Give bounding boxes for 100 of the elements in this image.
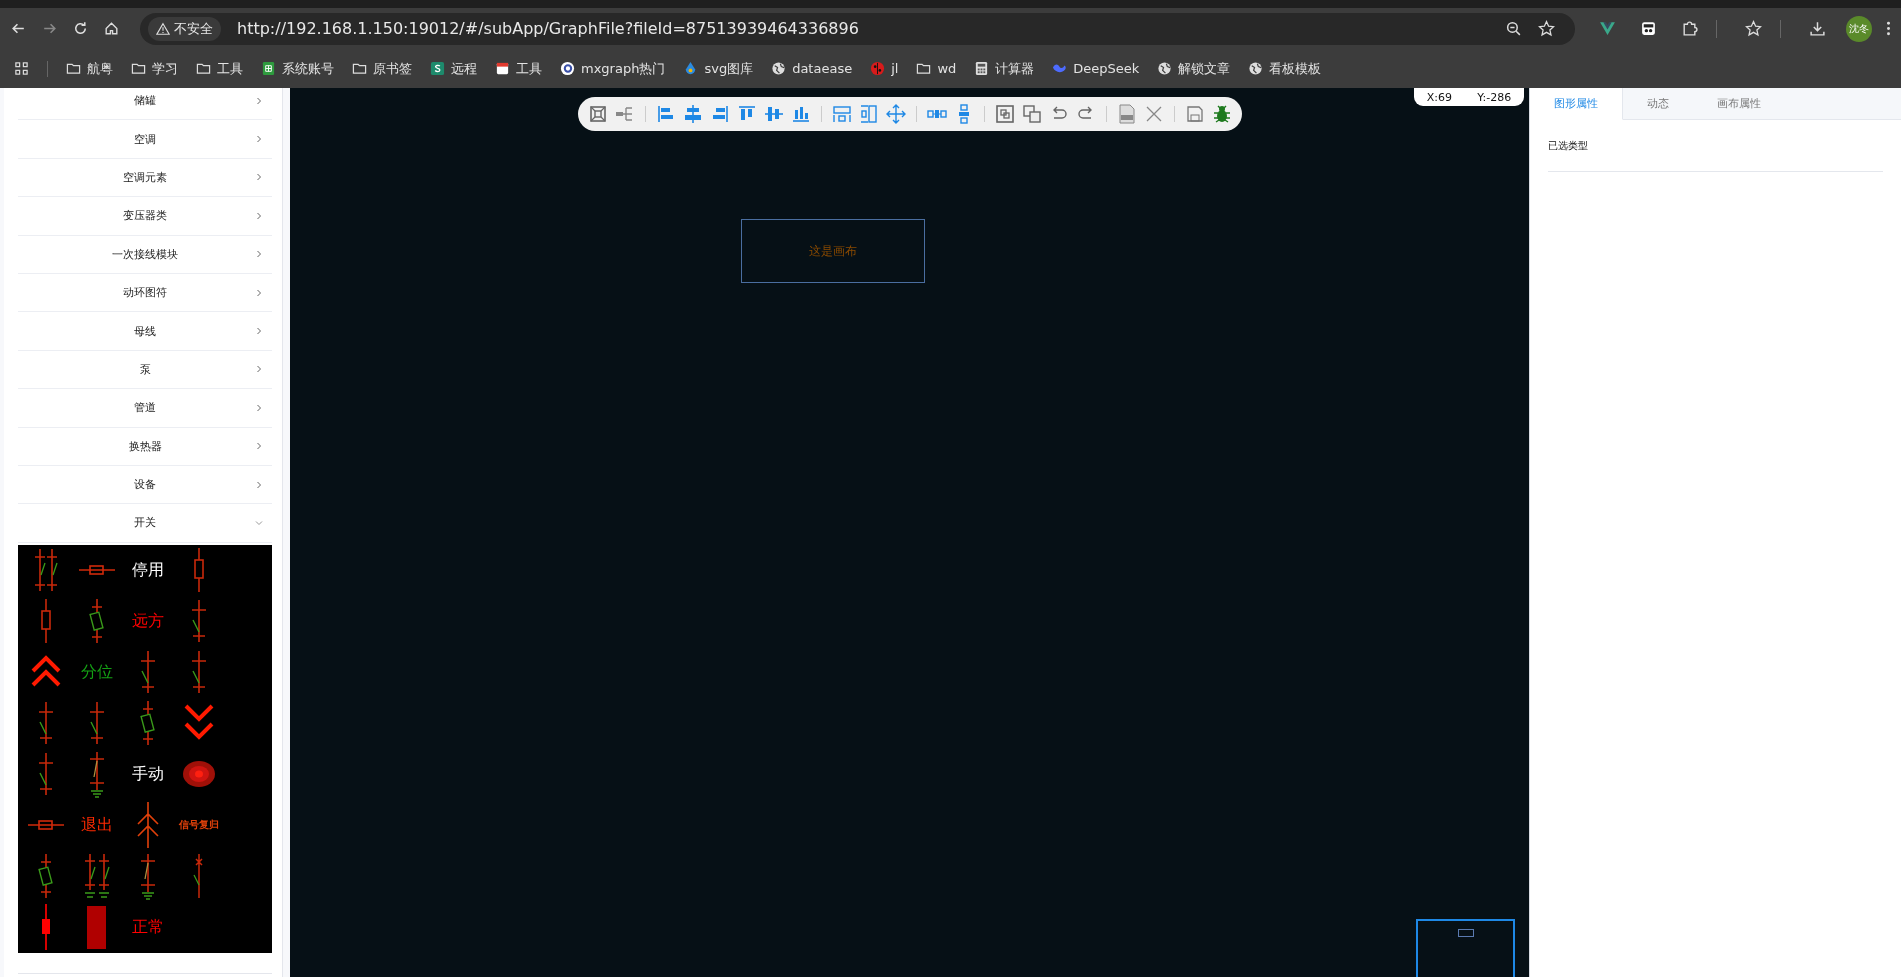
align-middle-icon[interactable] — [763, 104, 784, 124]
panel-tab[interactable]: 动态 — [1623, 88, 1693, 120]
category-item[interactable]: 储罐 — [18, 88, 272, 121]
bookmark-label: 看板模板 — [1269, 59, 1322, 78]
panel-tab[interactable]: 图形属性 — [1530, 88, 1623, 120]
chevron-right-icon — [254, 95, 264, 106]
bookmark-label: svg图库 — [704, 59, 754, 78]
bookmark[interactable]: 看板模板 — [1248, 59, 1322, 78]
star-icon[interactable] — [1538, 20, 1555, 37]
distribute-horizontal-icon[interactable] — [831, 104, 852, 124]
align-center-icon[interactable] — [682, 104, 703, 124]
category-item[interactable]: 变压器类 — [18, 197, 272, 236]
globe-icon — [1157, 61, 1173, 76]
extension-icon[interactable] — [1640, 20, 1657, 37]
category-item[interactable]: 开关 — [18, 504, 272, 543]
vue-icon[interactable] — [1599, 20, 1616, 37]
symbol-label[interactable]: 退出 — [80, 814, 113, 836]
bookmark-label: 航粤 — [87, 59, 113, 78]
menu-icon[interactable] — [1886, 20, 1891, 37]
symbol-label[interactable]: 停用 — [131, 559, 164, 581]
category-item[interactable]: 母线 — [18, 312, 272, 351]
category-item[interactable]: 动环图符 — [18, 273, 272, 313]
bookmark[interactable]: mxgraph热门 — [560, 59, 666, 78]
align-bottom-icon[interactable] — [790, 104, 811, 124]
bookmark[interactable]: 原书签 — [352, 59, 412, 78]
tile-icon — [430, 61, 445, 76]
calendar-icon — [495, 61, 510, 76]
group-icon[interactable] — [994, 104, 1015, 124]
chevron-right-icon — [254, 364, 264, 375]
download-icon[interactable] — [1809, 20, 1826, 37]
svg-file-icon[interactable] — [1116, 104, 1137, 124]
ladybug-icon — [870, 61, 886, 76]
address-bar[interactable]: 不安全 http://192.168.1.150:19012/#/subApp/GraphFile?fileId=87513939464336896 — [140, 12, 1575, 45]
panel-tab[interactable]: 画布属性 — [1693, 88, 1785, 120]
move-icon[interactable] — [885, 104, 906, 124]
symbol-label[interactable]: 远方 — [131, 610, 164, 632]
chevron-right-icon — [254, 249, 264, 260]
calculator-icon — [974, 61, 990, 76]
security-chip[interactable]: 不安全 — [148, 16, 221, 41]
folder-icon — [66, 61, 81, 76]
bookmark[interactable]: wd — [916, 61, 957, 76]
symbol-label[interactable]: 分位 — [80, 661, 113, 683]
save-icon[interactable] — [1184, 104, 1205, 124]
category-item[interactable]: 换热器 — [18, 427, 272, 466]
folder-icon — [196, 61, 211, 76]
bookmark[interactable]: jl — [870, 61, 899, 76]
field-label: 已选类型 — [1548, 140, 1588, 151]
bug-icon[interactable] — [1211, 104, 1232, 124]
bookmark[interactable]: 解锁文章 — [1157, 59, 1231, 78]
bookmark[interactable]: 航粤 — [66, 59, 113, 78]
drawing-canvas[interactable]: X:69 Y:-286 这是画布 — [290, 88, 1529, 977]
bookmark[interactable]: 系统账号 — [261, 59, 334, 78]
align-left-icon[interactable] — [655, 104, 676, 124]
symbol-label[interactable]: 信号复归 — [178, 818, 219, 833]
home-icon[interactable] — [103, 20, 120, 37]
bookmark[interactable]: DeepSeek — [1052, 61, 1140, 76]
symbol-label[interactable]: 手动 — [131, 763, 164, 785]
category-item[interactable]: 管道 — [18, 389, 272, 428]
bookmark-label: jl — [891, 61, 899, 76]
chevron-right-icon — [254, 441, 264, 452]
bookmark[interactable]: 工具 — [495, 59, 542, 78]
fit-icon[interactable] — [587, 104, 608, 124]
bookmark-label: 解锁文章 — [1178, 59, 1231, 78]
bookmark[interactable]: 学习 — [131, 59, 178, 78]
bookmark-label: 远程 — [451, 59, 477, 78]
bookmark-label: mxgraph热门 — [581, 59, 666, 78]
zoom-icon[interactable] — [1505, 20, 1522, 37]
category-item[interactable]: 空调元素 — [18, 158, 272, 198]
profile-avatar[interactable]: 沈冬 — [1846, 15, 1872, 42]
bookmark[interactable]: 计算器 — [974, 59, 1035, 78]
ungroup-icon[interactable] — [1021, 104, 1042, 124]
chevron-right-icon — [254, 287, 264, 298]
category-item[interactable]: 空调 — [18, 120, 272, 159]
category-item[interactable]: 一次接线模块 — [18, 235, 272, 274]
bookmark[interactable]: svg图库 — [683, 59, 754, 78]
bookmark[interactable]: dataease — [771, 61, 853, 76]
distribute-vertical-icon[interactable] — [858, 104, 879, 124]
symbol-label[interactable]: 正常 — [131, 916, 164, 938]
bookmark-label: wd — [937, 61, 957, 76]
minimap-viewport[interactable] — [1457, 929, 1474, 937]
puzzle-icon[interactable] — [1681, 20, 1698, 37]
bookmark-label: 学习 — [152, 59, 178, 78]
folder-icon — [916, 61, 932, 76]
favorites-icon[interactable] — [1745, 20, 1762, 37]
spreadsheet-icon — [261, 61, 276, 76]
reload-icon[interactable] — [72, 20, 89, 37]
bookmark-label: DeepSeek — [1073, 61, 1140, 76]
folder-icon — [131, 61, 146, 76]
category-item[interactable]: 泵 — [18, 350, 272, 390]
apps-icon[interactable] — [14, 61, 29, 76]
globe-icon — [771, 61, 787, 76]
minimap[interactable] — [1416, 919, 1515, 977]
chevron-right-icon — [254, 479, 264, 490]
bookmark[interactable]: 远程 — [430, 59, 477, 78]
bookmark-label: 原书签 — [373, 59, 412, 78]
bookmark[interactable]: 工具 — [196, 59, 243, 78]
warning-icon — [156, 21, 170, 36]
y-coordinate: Y:-286 — [1477, 90, 1512, 104]
category-item[interactable]: 设备 — [18, 465, 272, 505]
tree-icon[interactable] — [614, 104, 635, 124]
